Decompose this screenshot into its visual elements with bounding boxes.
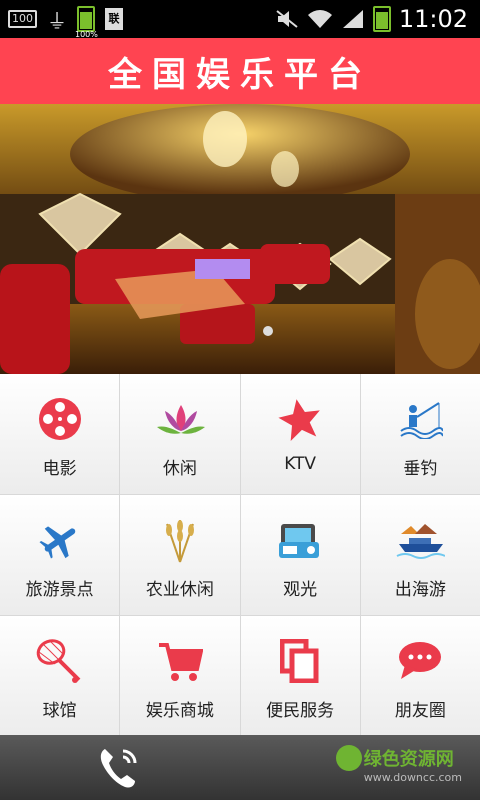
grid-item-label: 休闲 [162, 459, 197, 479]
status-time: 11:02 [398, 5, 468, 33]
chat-bubble-icon [395, 636, 445, 686]
grid-item-sea-trip[interactable]: 出海游 [360, 495, 480, 615]
badminton-icon [35, 636, 85, 686]
watermark: 绿色资源网 www.downcc.com [335, 745, 462, 784]
grid-item-label: KTV [284, 454, 317, 474]
grid-item-fishing[interactable]: 垂钓 [360, 374, 480, 494]
grid-item-label: 农业休闲 [145, 580, 214, 600]
notification-box-icon: 100 [8, 10, 37, 28]
signal-icon [342, 10, 363, 28]
lotus-icon [155, 394, 205, 444]
camera-icon [275, 515, 325, 565]
phone-call-icon[interactable] [95, 745, 141, 791]
grid-item-leisure[interactable]: 休闲 [120, 374, 240, 494]
grid-item-agri-leisure[interactable]: 农业休闲 [120, 495, 240, 615]
bottom-bar: 绿色资源网 www.downcc.com [0, 735, 480, 800]
grid-item-label: 垂钓 [403, 459, 438, 479]
airplane-icon [35, 515, 85, 565]
watermark-logo-icon [335, 745, 362, 771]
grid-item-sightseeing[interactable]: 观光 [240, 495, 360, 615]
status-left-icons: 100 ⏚ 100% 联 [8, 0, 123, 39]
grid-item-label: 球馆 [42, 701, 77, 721]
film-reel-icon [35, 394, 85, 444]
grid-item-label: 电影 [42, 459, 77, 479]
star-icon [275, 394, 325, 444]
watermark-text: 绿色资源网 [363, 749, 454, 770]
grid-item-label: 旅游景点 [25, 580, 94, 600]
category-grid: 电影 休闲 KTV 垂钓 旅游景点 农业休闲 观光 出海游 球馆 娱乐商城 便民… [0, 374, 480, 736]
status-right-icons: 11:02 [275, 0, 468, 38]
wifi-icon [307, 10, 332, 28]
grid-item-moments[interactable]: 朋友圈 [360, 616, 480, 736]
ktv-room-photo [0, 104, 480, 374]
banner-image[interactable] [0, 104, 480, 374]
grid-item-movie[interactable]: 电影 [0, 374, 120, 494]
battery-small-icon: 100% [75, 6, 98, 39]
grid-item-services[interactable]: 便民服务 [240, 616, 360, 736]
mute-icon [276, 10, 298, 28]
ship-icon [395, 515, 446, 565]
status-bar: 100 ⏚ 100% 联 11:02 [0, 0, 480, 39]
app-header: 全国娱乐平台 [0, 38, 480, 104]
grid-item-label: 出海游 [394, 580, 446, 600]
grid-item-label: 娱乐商城 [145, 701, 214, 721]
grid-item-tourism[interactable]: 旅游景点 [0, 495, 120, 615]
grid-item-mall[interactable]: 娱乐商城 [120, 616, 240, 736]
fishing-icon [395, 394, 445, 444]
cart-icon [155, 636, 205, 686]
grid-item-label: 便民服务 [266, 701, 335, 721]
grid-item-ktv[interactable]: KTV [240, 374, 360, 494]
wheat-icon [155, 515, 205, 565]
page-title: 全国娱乐平台 [108, 54, 372, 95]
battery-icon [372, 6, 391, 32]
copy-pages-icon [275, 636, 325, 686]
grid-item-court[interactable]: 球馆 [0, 616, 120, 736]
doc-icon: 联 [105, 8, 123, 30]
watermark-url: www.downcc.com [363, 771, 462, 784]
grid-item-label: 观光 [283, 580, 318, 600]
usb-icon: ⏚ [47, 8, 67, 33]
battery-small-label: 100% [75, 30, 98, 39]
grid-item-label: 朋友圈 [394, 701, 446, 721]
